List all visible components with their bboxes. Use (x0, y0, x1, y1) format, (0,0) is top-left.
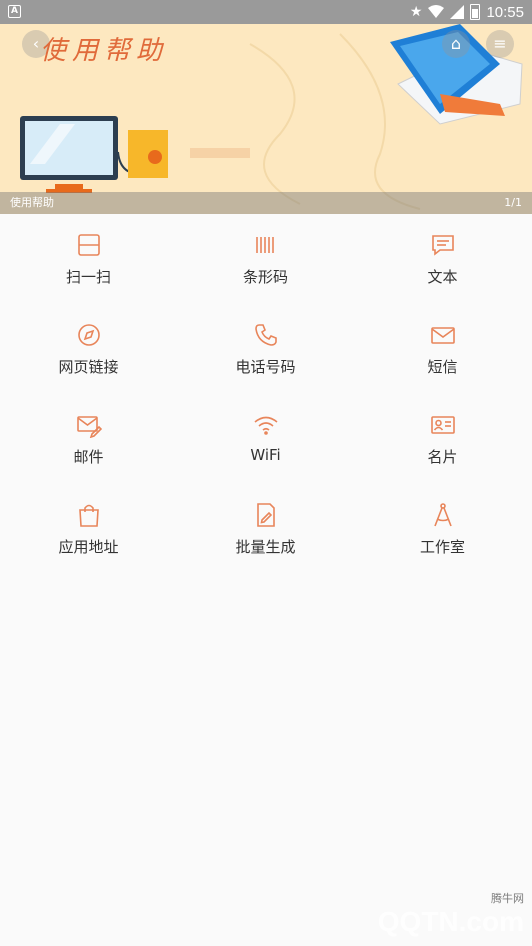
mail-edit-icon (76, 416, 102, 438)
cell-signal-icon (450, 5, 465, 19)
barcode-icon (255, 237, 274, 253)
banner-page-indicator: 1/1 (504, 196, 522, 209)
business-card-icon (430, 416, 455, 434)
grid-item-label: 扫一扫 (65, 268, 111, 286)
shopping-bag-icon (78, 504, 99, 527)
banner-title: 使用帮助 (40, 36, 169, 66)
grid-item-label: 条形码 (242, 268, 288, 286)
help-banner[interactable]: ‹ 使用帮助 ⌂ ≡ 使用帮助 1/1 (0, 24, 532, 214)
grid-item-studio[interactable]: 工作室 (354, 484, 531, 574)
home-button[interactable]: ⌂ (442, 30, 470, 58)
grid-item-label: 电话号码 (235, 358, 296, 376)
grid-item-email[interactable]: 邮件 (0, 394, 177, 484)
battery-icon (470, 4, 481, 20)
compass-icon (77, 324, 100, 346)
grid-item-phone[interactable]: 电话号码 (177, 304, 354, 394)
menu-button[interactable]: ≡ (486, 30, 514, 58)
watermark-sub: 腾牛网 (491, 893, 524, 905)
grid-item-label: 应用地址 (58, 538, 119, 556)
grid-item-app-address[interactable]: 应用地址 (0, 484, 177, 574)
feature-grid: 扫一扫 条形码 文本 网页链接 电话号码 短信 邮件 WiFi 名片 应用地址 (0, 214, 532, 946)
star-icon: ★ (409, 4, 423, 20)
scan-icon (77, 234, 100, 256)
grid-item-scan[interactable]: 扫一扫 (0, 214, 177, 304)
grid-item-label: 网页链接 (58, 358, 119, 376)
grid-item-label: 工作室 (419, 538, 465, 556)
watermark-text: QQTN.com (377, 906, 524, 937)
grid-item-wifi[interactable]: WiFi (177, 394, 354, 484)
grid-item-text[interactable]: 文本 (354, 214, 531, 304)
envelope-icon (430, 327, 455, 344)
grid-item-batch-generate[interactable]: 批量生成 (177, 484, 354, 574)
grid-item-business-card[interactable]: 名片 (354, 394, 531, 484)
grid-item-sms[interactable]: 短信 (354, 304, 531, 394)
grid-item-label: 批量生成 (235, 538, 296, 556)
grid-item-label: 短信 (427, 358, 458, 376)
document-edit-icon (256, 503, 275, 527)
drafting-compass-icon (433, 503, 452, 527)
grid-item-barcode[interactable]: 条形码 (177, 214, 354, 304)
banner-caption-bar: 使用帮助 1/1 (0, 192, 532, 214)
status-bar: A ★ 10:55 (0, 0, 532, 24)
grid-item-label: 邮件 (73, 448, 104, 466)
grid-item-label: WiFi (250, 446, 281, 464)
grid-item-label: 名片 (427, 448, 458, 466)
phone-icon (254, 324, 277, 346)
wifi-signal-icon (428, 5, 445, 18)
app-notification-icon: A (8, 5, 21, 18)
banner-caption: 使用帮助 (10, 196, 54, 209)
grid-item-weblink[interactable]: 网页链接 (0, 304, 177, 394)
text-message-icon (431, 235, 454, 256)
site-watermark: 腾牛网 QQTN.com (378, 890, 524, 938)
wifi-icon (253, 416, 278, 435)
grid-item-label: 文本 (427, 268, 458, 286)
clock-time: 10:55 (486, 3, 524, 21)
